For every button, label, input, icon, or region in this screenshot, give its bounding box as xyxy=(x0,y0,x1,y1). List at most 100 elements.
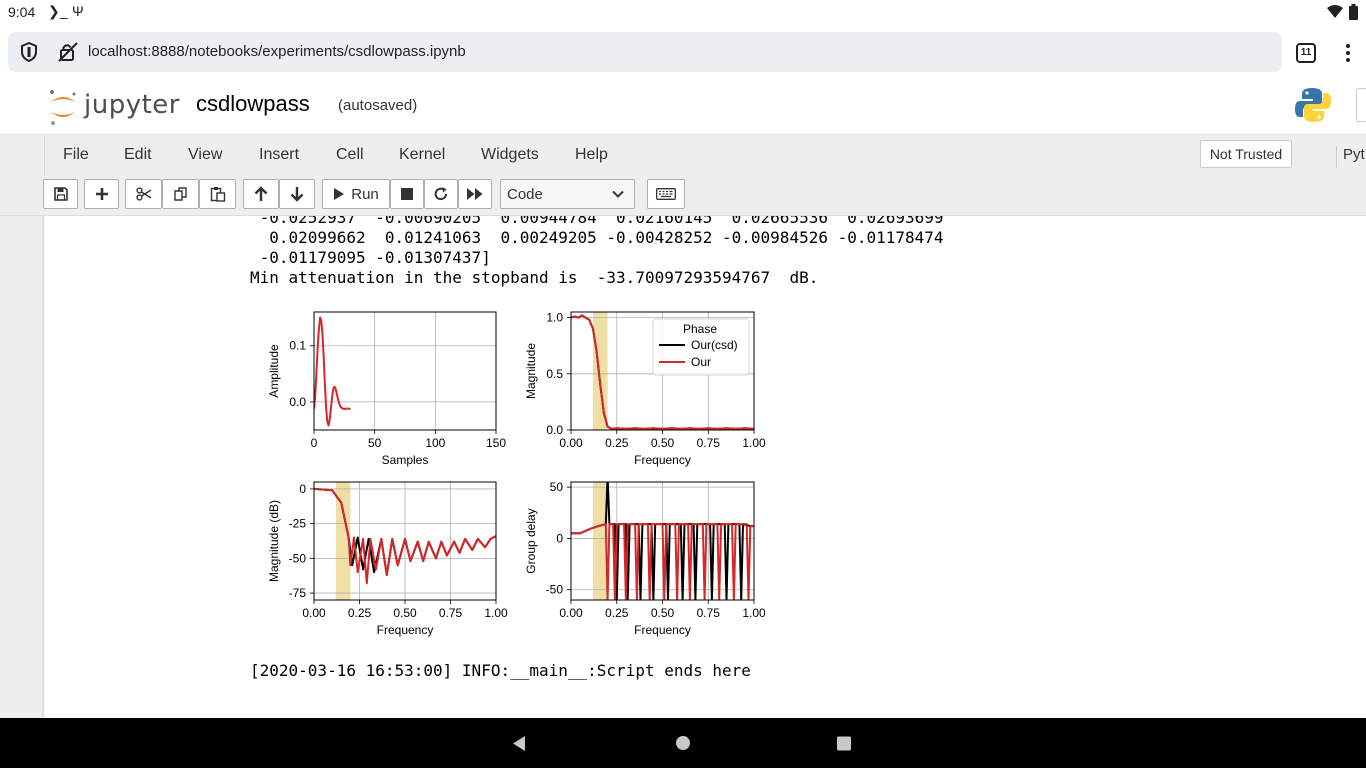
x-tick-label: 1.00 xyxy=(742,606,766,620)
y-tick-label: 0.0 xyxy=(289,395,306,409)
y-tick-label: -50 xyxy=(546,583,564,597)
restart-button[interactable] xyxy=(424,179,458,209)
x-tick-label: 0 xyxy=(311,436,318,450)
move-up-button[interactable] xyxy=(243,179,279,209)
cut-button[interactable] xyxy=(125,179,162,209)
x-axis-label: Samples xyxy=(382,453,429,467)
y-tick-label: 0.1 xyxy=(289,339,306,353)
run-label: Run xyxy=(351,185,379,203)
x-tick-label: 50 xyxy=(368,436,382,450)
site-info-icon[interactable] xyxy=(58,42,78,62)
chevron-down-icon xyxy=(612,190,624,198)
browser-toolbar: localhost:8888/notebooks/experiments/csd… xyxy=(0,24,1366,82)
x-tick-label: 0.25 xyxy=(348,606,372,620)
address-bar[interactable]: localhost:8888/notebooks/experiments/csd… xyxy=(8,32,1282,72)
y-tick-label: 0.0 xyxy=(546,423,563,437)
menu-cell[interactable]: Cell xyxy=(336,146,364,164)
stop-icon xyxy=(401,188,413,200)
not-trusted-button[interactable]: Not Trusted xyxy=(1200,140,1292,168)
chart-panel-3 xyxy=(310,481,497,604)
play-icon xyxy=(334,188,345,200)
x-tick-label: 0.75 xyxy=(439,606,463,620)
android-nav-bar xyxy=(0,718,1366,768)
y-tick-label: 0 xyxy=(299,482,306,496)
y-tick-label: 50 xyxy=(550,480,564,494)
x-tick-label: 0.75 xyxy=(697,436,721,450)
chart-panel-2 xyxy=(567,311,755,434)
url-text[interactable]: localhost:8888/notebooks/experiments/csd… xyxy=(88,43,466,60)
status-time: 9:04 xyxy=(8,4,36,20)
y-tick-label: 1.0 xyxy=(546,311,563,325)
interrupt-button[interactable] xyxy=(390,179,424,209)
paste-icon xyxy=(210,187,225,202)
y-tick-label: -25 xyxy=(289,517,307,531)
chart-panel-4 xyxy=(567,481,755,604)
browser-menu-icon[interactable] xyxy=(1341,42,1355,64)
cell-type-value: Code xyxy=(507,186,543,203)
x-axis-label: Frequency xyxy=(634,453,691,467)
save-icon xyxy=(53,187,68,201)
output-line: 0.02099662 0.01241063 0.00249205 -0.0042… xyxy=(250,228,944,247)
jupyter-header: jupyter csdlowpass (autosaved) xyxy=(0,82,1366,134)
legend-entry: Our(csd) xyxy=(691,338,738,352)
output-line: -0.0252937 -0.00690205 0.00944784 0.0216… xyxy=(250,216,944,227)
move-down-button[interactable] xyxy=(279,179,315,209)
kernel-name: Pyt xyxy=(1336,146,1365,168)
command-palette-button[interactable] xyxy=(647,179,685,209)
menu-edit[interactable]: Edit xyxy=(124,146,152,164)
y-tick-label: -75 xyxy=(289,586,307,600)
restart-icon xyxy=(434,187,447,201)
x-tick-label: 0.00 xyxy=(559,606,583,620)
x-tick-label: 0.50 xyxy=(651,436,675,450)
paste-button[interactable] xyxy=(199,179,236,209)
notebook-area: -0.0252937 -0.00690205 0.00944784 0.0216… xyxy=(0,216,1366,718)
shield-icon[interactable] xyxy=(20,42,38,62)
copy-button[interactable] xyxy=(162,179,199,209)
menu-file[interactable]: File xyxy=(63,146,89,164)
jupyter-logo-icon xyxy=(50,90,76,125)
menu-view[interactable]: View xyxy=(188,146,222,164)
jupyter-wordmark: jupyter xyxy=(84,90,180,120)
scissors-icon xyxy=(135,187,151,201)
home-icon[interactable] xyxy=(675,735,691,751)
filter-plots: 0 50 100 1500.00.1SamplesAmplitude0.00 0.25 0… xyxy=(267,311,766,637)
notebook-name[interactable]: csdlowpass xyxy=(196,91,310,117)
restart-run-all-button[interactable] xyxy=(458,179,492,209)
x-tick-label: 0.00 xyxy=(559,436,583,450)
python-logo-icon xyxy=(1295,88,1331,122)
output-line: Min attenuation in the stopband is -33.7… xyxy=(250,268,819,287)
y-axis-label: Magnitude xyxy=(524,343,538,399)
menu-insert[interactable]: Insert xyxy=(259,146,299,164)
band-highlight xyxy=(592,312,608,430)
fast-forward-icon xyxy=(467,188,483,200)
log-line: [2020-03-16 16:53:00] INFO:__main__:Scri… xyxy=(250,661,751,680)
save-button[interactable] xyxy=(43,179,78,209)
cell-type-select[interactable]: Code xyxy=(500,179,635,209)
legend-title: Phase xyxy=(683,322,717,336)
y-tick-label: -50 xyxy=(289,551,307,565)
x-tick-label: 150 xyxy=(486,436,506,450)
x-tick-label: 0.25 xyxy=(605,436,629,450)
jupyter-logo[interactable]: jupyter xyxy=(48,86,180,126)
arrow-up-icon xyxy=(254,186,268,201)
x-tick-label: 100 xyxy=(425,436,445,450)
output-cell: -0.0252937 -0.00690205 0.00944784 0.0216… xyxy=(44,216,1366,718)
x-axis-label: Frequency xyxy=(377,623,434,637)
recents-icon[interactable] xyxy=(836,736,852,751)
x-tick-label: 0.50 xyxy=(393,606,417,620)
axes-frame xyxy=(313,311,497,431)
menu-help[interactable]: Help xyxy=(575,146,608,164)
menu-bar: File Edit View Insert Cell Kernel Widget… xyxy=(0,134,1366,176)
chart-panel-1 xyxy=(310,311,497,434)
battery-icon xyxy=(1349,4,1358,20)
tab-switcher-button[interactable]: 11 xyxy=(1296,43,1316,63)
back-icon[interactable] xyxy=(511,735,527,752)
menu-kernel[interactable]: Kernel xyxy=(399,146,445,164)
x-tick-label: 0.50 xyxy=(651,606,675,620)
run-button[interactable]: Run xyxy=(322,179,390,209)
x-axis-label: Frequency xyxy=(634,623,691,637)
y-tick-label: 0.5 xyxy=(546,367,563,381)
wifi-icon xyxy=(1327,5,1343,18)
menu-widgets[interactable]: Widgets xyxy=(481,146,539,164)
insert-cell-button[interactable] xyxy=(84,179,119,209)
